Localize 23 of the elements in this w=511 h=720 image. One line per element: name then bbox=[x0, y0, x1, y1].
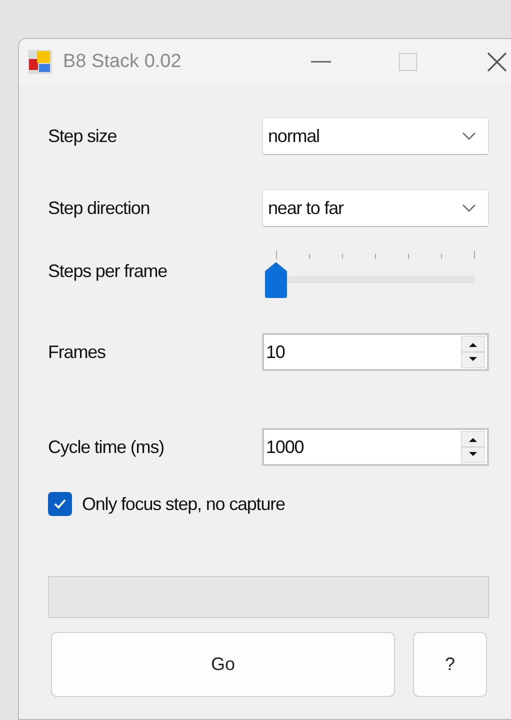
field-label: Step direction bbox=[48, 198, 151, 218]
window-title: B8 Stack 0.02 bbox=[63, 50, 182, 72]
chevron-icon bbox=[462, 204, 476, 212]
app-icon bbox=[27, 48, 53, 74]
slider-thumb[interactable] bbox=[265, 262, 287, 298]
field-label: Cycle time (ms) bbox=[48, 436, 165, 458]
close-icon[interactable] bbox=[487, 52, 507, 72]
checkmark-icon bbox=[53, 498, 67, 510]
chevron-icon bbox=[462, 132, 476, 140]
field-label: Steps per frame bbox=[48, 260, 168, 282]
help-button[interactable]: ? bbox=[413, 632, 487, 697]
checkbox[interactable] bbox=[48, 492, 72, 516]
field-label: Step size bbox=[48, 126, 118, 146]
spinner-arrows-icon[interactable] bbox=[461, 431, 485, 463]
dropdown[interactable]: near to far bbox=[262, 189, 489, 227]
dropdown[interactable]: normal bbox=[262, 117, 489, 155]
go-button[interactable]: Go bbox=[51, 632, 395, 697]
number-field[interactable]: 10 bbox=[262, 333, 489, 371]
spinner-arrows-icon[interactable] bbox=[461, 336, 485, 368]
minimize-icon[interactable] bbox=[311, 60, 331, 62]
number-field[interactable]: 1000 bbox=[262, 428, 489, 466]
field-label: Frames bbox=[48, 342, 106, 362]
checkbox-label: Only focus step, no capture bbox=[82, 494, 285, 514]
